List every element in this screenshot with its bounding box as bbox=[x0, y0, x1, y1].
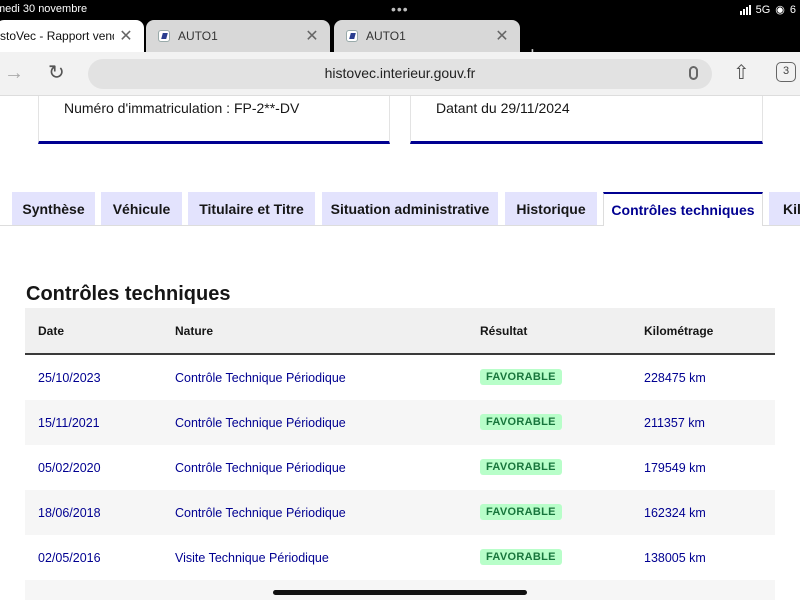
status-indicators: 5G ◉ 6 bbox=[739, 3, 796, 16]
status-date: medi 30 novembre bbox=[0, 3, 88, 15]
microphone-icon[interactable] bbox=[689, 66, 698, 80]
row-date: 02/05/2016 bbox=[38, 551, 101, 565]
close-tab-icon[interactable]: ✕ bbox=[114, 26, 138, 46]
browser-tab-label: AUTO1 bbox=[178, 29, 218, 43]
signal-bars-icon bbox=[739, 4, 751, 15]
network-label: 5G bbox=[755, 3, 771, 16]
browser-tab-histovec[interactable]: stoVec - Rapport vendeur ✕ bbox=[0, 20, 144, 52]
browser-tab-auto1[interactable]: AUTO1 ✕ bbox=[146, 20, 330, 52]
browser-tab-label: stoVec - Rapport vendeur bbox=[0, 29, 114, 43]
forward-arrow-icon[interactable]: → bbox=[4, 62, 24, 84]
tab-situation-administrative[interactable]: Situation administrative bbox=[322, 192, 498, 225]
row-date: 18/06/2018 bbox=[38, 506, 101, 520]
table-row: 15/11/2021 Contrôle Technique Périodique… bbox=[25, 400, 775, 445]
tab-historique[interactable]: Historique bbox=[505, 192, 597, 225]
tab-synthese[interactable]: Synthèse bbox=[12, 192, 95, 225]
multitask-dots-icon[interactable]: ••• bbox=[391, 1, 409, 17]
result-badge: FAVORABLE bbox=[480, 459, 562, 475]
table-header: Date Nature Résultat Kilométrage bbox=[25, 308, 775, 355]
column-header-result: Résultat bbox=[480, 324, 528, 338]
home-indicator[interactable] bbox=[273, 590, 527, 595]
tab-kilometrage[interactable]: Kilo bbox=[769, 192, 800, 225]
tab-controles-techniques[interactable]: Contrôles techniques bbox=[603, 192, 763, 226]
row-date: 25/10/2023 bbox=[38, 371, 101, 385]
browser-tab-strip: stoVec - Rapport vendeur ✕ AUTO1 ✕ AUTO1… bbox=[0, 20, 800, 66]
column-header-km: Kilométrage bbox=[644, 324, 714, 338]
browser-tab-auto1-2[interactable]: AUTO1 ✕ bbox=[334, 20, 520, 52]
url-text: histovec.interieur.gouv.fr bbox=[324, 65, 476, 81]
row-date: 15/11/2021 bbox=[38, 416, 100, 430]
tab-vehicule[interactable]: Véhicule bbox=[101, 192, 182, 225]
registration-card: Numéro d'immatriculation : FP-2**-DV bbox=[38, 96, 390, 144]
result-badge: FAVORABLE bbox=[480, 549, 562, 565]
site-favicon-icon bbox=[158, 30, 170, 42]
result-badge: FAVORABLE bbox=[480, 414, 562, 430]
browser-toolbar: → ↻ histovec.interieur.gouv.fr ⇧ 3 bbox=[0, 52, 800, 96]
report-tabs: Synthèse Véhicule Titulaire et Titre Sit… bbox=[0, 192, 800, 226]
tab-titulaire[interactable]: Titulaire et Titre bbox=[188, 192, 315, 225]
table-row: 25/10/2023 Contrôle Technique Périodique… bbox=[25, 355, 775, 400]
row-nature: Contrôle Technique Périodique bbox=[175, 506, 346, 520]
row-km: 211357 km bbox=[644, 416, 705, 430]
row-km: 179549 km bbox=[644, 461, 706, 475]
battery-label: 6 bbox=[789, 3, 796, 16]
tab-count-button[interactable]: 3 bbox=[776, 62, 796, 82]
report-date-card: Datant du 29/11/2024 bbox=[410, 96, 763, 144]
column-header-date: Date bbox=[38, 324, 65, 338]
result-badge: FAVORABLE bbox=[480, 504, 562, 520]
row-date: 05/02/2020 bbox=[38, 461, 101, 475]
report-date: Datant du 29/11/2024 bbox=[436, 100, 570, 116]
row-km: 162324 km bbox=[644, 506, 706, 520]
section-title: Contrôles techniques bbox=[26, 283, 231, 305]
technical-controls-table: Date Nature Résultat Kilométrage 25/10/2… bbox=[25, 308, 775, 600]
status-bar: medi 30 novembre ••• 5G ◉ 6 bbox=[0, 0, 800, 20]
site-favicon-icon bbox=[346, 30, 358, 42]
row-nature: Contrôle Technique Périodique bbox=[175, 371, 346, 385]
address-bar[interactable]: histovec.interieur.gouv.fr bbox=[88, 59, 712, 89]
row-km: 138005 km bbox=[644, 551, 706, 565]
column-header-nature: Nature bbox=[175, 324, 214, 338]
table-row: 18/06/2018 Contrôle Technique Périodique… bbox=[25, 490, 775, 535]
table-row: 05/02/2020 Contrôle Technique Périodique… bbox=[25, 445, 775, 490]
close-tab-icon[interactable]: ✕ bbox=[300, 26, 324, 46]
row-km: 228475 km bbox=[644, 371, 706, 385]
row-nature: Visite Technique Périodique bbox=[175, 551, 329, 565]
table-row: 02/05/2016 Visite Technique Périodique F… bbox=[25, 535, 775, 580]
location-icon: ◉ bbox=[775, 4, 785, 16]
result-badge: FAVORABLE bbox=[480, 369, 562, 385]
close-tab-icon[interactable]: ✕ bbox=[490, 26, 514, 46]
browser-tab-label: AUTO1 bbox=[366, 29, 406, 43]
share-icon[interactable]: ⇧ bbox=[733, 62, 750, 84]
row-nature: Contrôle Technique Périodique bbox=[175, 461, 346, 475]
reload-icon[interactable]: ↻ bbox=[48, 62, 65, 84]
registration-number: Numéro d'immatriculation : FP-2**-DV bbox=[64, 100, 300, 116]
row-nature: Contrôle Technique Périodique bbox=[175, 416, 346, 430]
